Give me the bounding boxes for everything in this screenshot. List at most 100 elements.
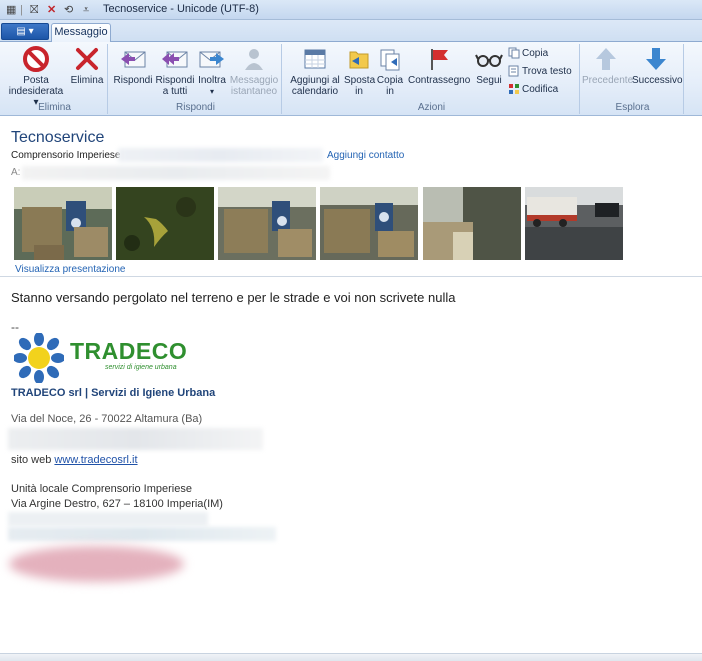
find-text-button[interactable]: Trova testo: [508, 65, 572, 79]
next-label: Successivo: [632, 75, 683, 86]
no-entry-icon: [23, 46, 49, 72]
junk-mail-button[interactable]: Posta indesiderata ▾: [6, 46, 66, 108]
local-unit-name: Unità locale Comprensorio Imperiese: [11, 483, 192, 495]
delete-quick-icon[interactable]: ✕: [47, 3, 56, 17]
group-label-esplora: Esplora: [615, 102, 650, 113]
file-menu-button[interactable]: ▤ ▾: [1, 23, 49, 40]
document-copy-icon: [380, 49, 400, 71]
group-label-elimina: Elimina: [38, 102, 71, 113]
website-link[interactable]: www.tradecosrl.it: [54, 454, 137, 466]
divider: |: [20, 4, 23, 16]
photo-thumbnail-4: [320, 187, 418, 260]
reply-all-envelope-icon: [162, 51, 188, 68]
delete-button[interactable]: Elimina: [68, 46, 106, 86]
attachment-thumbnail[interactable]: [116, 187, 214, 260]
delete-label: Elimina: [70, 75, 104, 86]
red-flag-icon: [431, 49, 448, 70]
attachment-thumbnail[interactable]: [423, 187, 521, 260]
group-azioni: Aggiungi al calendario Sposta in Copia i…: [284, 44, 580, 114]
redacted-recipients: [22, 166, 330, 180]
add-contact-link[interactable]: Aggiungi contatto: [327, 150, 404, 161]
redacted-contact-line: [8, 428, 263, 450]
copy-label: Copia: [522, 48, 549, 59]
local-unit-address: Via Argine Destro, 627 – 18100 Imperia(I…: [11, 498, 223, 510]
find-text-icon: [508, 65, 519, 77]
reply-envelope-icon: [121, 51, 146, 68]
title-bar: ▦ | ⛝ ✕ ⟲ ⩡ Tecnoservice - Unicode (UTF-…: [0, 0, 702, 20]
group-elimina: Posta indesiderata ▾ Elimina Elimina: [2, 44, 108, 114]
company-address: Via del Noce, 26 - 70022 Altamura (Ba): [11, 413, 203, 425]
ribbon: Posta indesiderata ▾ Elimina Elimina Ris…: [0, 42, 702, 116]
sender-name: Comprensorio Imperiese: [11, 150, 121, 161]
copy-to-label: Copia in: [376, 75, 404, 97]
attachment-thumbnail[interactable]: [14, 187, 112, 260]
instant-message-button[interactable]: Messaggio istantaneo: [228, 46, 280, 97]
calendar-icon: [304, 49, 326, 69]
customize-toolbar-icon[interactable]: ⩡: [83, 3, 89, 17]
website-label: sito web: [11, 454, 52, 466]
group-label-azioni: Azioni: [417, 102, 446, 113]
logo-wordmark: TRADECO: [70, 338, 188, 364]
move-to-label: Sposta in: [344, 75, 376, 97]
encoding-button[interactable]: Codifica: [508, 83, 558, 97]
copy-to-button[interactable]: Copia in: [375, 46, 405, 97]
junk-quick-icon[interactable]: ⛝: [30, 3, 38, 17]
arrow-up-icon: [596, 48, 616, 70]
window-title: Tecnoservice - Unicode (UTF-8): [103, 3, 259, 15]
forward-dropdown-icon[interactable]: ▾: [196, 86, 228, 97]
redacted-phone-line: [8, 512, 208, 526]
slideshow-link[interactable]: Visualizza presentazione: [15, 264, 125, 275]
previous-label: Precedente: [582, 75, 634, 86]
flag-label: Contrassegno: [408, 75, 471, 86]
photo-thumbnail-1: [14, 187, 112, 260]
message-body: Stanno versando pergolato nel terreno e …: [11, 290, 456, 305]
redacted-sender-address: [118, 148, 323, 162]
photo-thumbnail-2: [116, 187, 214, 260]
move-to-button[interactable]: Sposta in: [344, 46, 376, 97]
bottom-border: [0, 653, 702, 661]
message-subject: Tecnoservice: [11, 129, 105, 146]
flag-button[interactable]: Contrassegno: [408, 46, 470, 86]
forward-label: Inoltra: [198, 75, 226, 86]
folder-move-icon: [349, 51, 369, 69]
photo-thumbnail-3: [218, 187, 316, 260]
group-label-rispondi: Rispondi: [176, 102, 215, 113]
forward-button[interactable]: Inoltra ▾: [196, 46, 228, 97]
tab-message[interactable]: Messaggio: [51, 23, 111, 43]
company-name: TRADECO srl | Servizi di Igiene Urbana: [11, 387, 216, 399]
header-divider: [0, 276, 702, 277]
add-to-calendar-label: Aggiungi al calendario: [290, 75, 340, 97]
reply-all-label: Rispondi a tutti: [155, 75, 195, 97]
encoding-icon: [509, 84, 519, 95]
follow-button[interactable]: Segui: [472, 46, 506, 86]
next-button[interactable]: Successivo: [632, 46, 683, 86]
to-label: A:: [11, 167, 21, 178]
previous-button[interactable]: Precedente: [582, 46, 634, 86]
add-to-calendar-button[interactable]: Aggiungi al calendario: [286, 46, 344, 97]
forward-envelope-icon: [199, 51, 224, 68]
delete-x-icon: [76, 48, 98, 70]
group-esplora: Precedente Successivo Esplora: [582, 44, 684, 114]
copy-button[interactable]: Copia: [508, 47, 548, 61]
tradeco-sun-logo-icon: [14, 333, 64, 383]
instant-message-label: Messaggio istantaneo: [229, 75, 279, 97]
reply-all-button[interactable]: Rispondi a tutti: [154, 46, 196, 97]
reply-label: Rispondi: [113, 75, 153, 86]
photo-thumbnail-5: [423, 187, 521, 260]
attachment-thumbnail[interactable]: [320, 187, 418, 260]
website-line: sito web www.tradecosrl.it: [11, 454, 138, 466]
copy-icon: [508, 47, 520, 59]
redacted-email-line: [8, 527, 276, 541]
redacted-name-blob: [9, 546, 184, 582]
reply-quick-icon[interactable]: ⟲: [64, 3, 73, 17]
reply-button[interactable]: Rispondi: [113, 46, 153, 86]
attachment-thumbnail[interactable]: [218, 187, 316, 260]
glasses-icon: [475, 54, 503, 67]
encoding-label: Codifica: [522, 84, 559, 95]
find-text-label: Trova testo: [522, 66, 572, 77]
app-menu-icon[interactable]: ▦: [6, 3, 16, 17]
group-rispondi: Rispondi Rispondi a tutti Inoltra ▾ Mess…: [110, 44, 282, 114]
attachment-thumbnail[interactable]: [525, 187, 623, 260]
junk-mail-label: Posta indesiderata: [8, 75, 64, 97]
follow-label: Segui: [476, 75, 502, 86]
